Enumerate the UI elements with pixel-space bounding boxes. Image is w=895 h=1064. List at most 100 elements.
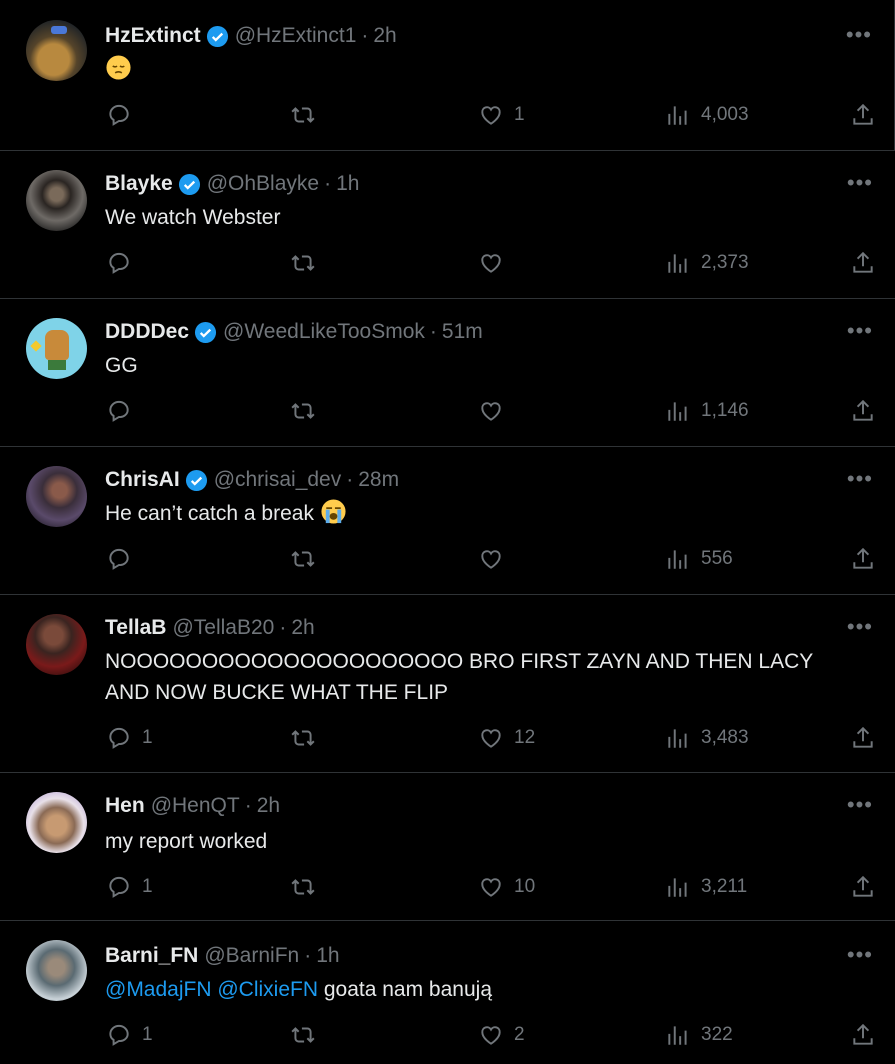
like-button[interactable]: 1	[478, 102, 525, 128]
display-name[interactable]: HzExtinct	[105, 24, 201, 48]
display-name[interactable]: Blayke	[105, 172, 173, 196]
avatar[interactable]	[26, 318, 87, 379]
reply-button[interactable]	[106, 546, 142, 572]
timestamp[interactable]: 2h	[257, 794, 280, 818]
reply-icon	[109, 1024, 129, 1046]
handle[interactable]: @chrisai_dev	[214, 468, 342, 492]
share-button[interactable]	[850, 725, 876, 751]
more-icon[interactable]: •••	[847, 468, 873, 490]
avatar[interactable]	[26, 170, 87, 231]
handle[interactable]: @OhBlayke	[207, 172, 319, 196]
reply-button[interactable]	[106, 102, 142, 128]
mention-link[interactable]: @MadajFN	[105, 978, 212, 1001]
views-icon	[668, 878, 687, 897]
views-button[interactable]: 2,373	[665, 250, 749, 276]
share-button[interactable]	[850, 250, 876, 276]
share-button[interactable]	[850, 546, 876, 572]
display-name[interactable]: Hen	[105, 794, 145, 818]
tweet-actions: 1,146	[0, 398, 895, 428]
tweet-text: NOOOOOOOOOOOOOOOOOOOOO BRO FIRST ZAYN AN…	[105, 650, 813, 704]
verified-badge-icon	[178, 173, 200, 195]
tweet[interactable]: Hen @HenQT · 2h ••• my report worked 1 1…	[0, 773, 895, 921]
timestamp[interactable]: 2h	[291, 616, 314, 640]
views-button[interactable]: 556	[665, 546, 733, 572]
avatar[interactable]	[26, 940, 87, 1001]
reply-count: 1	[142, 1024, 153, 1045]
share-button[interactable]	[850, 874, 876, 900]
retweet-button[interactable]	[290, 398, 316, 424]
tweet[interactable]: Barni_FN @BarniFn · 1h ••• @MadajFN @Cli…	[0, 921, 895, 1064]
like-count: 12	[514, 727, 536, 748]
reply-button[interactable]: 1	[106, 1022, 153, 1048]
retweet-icon	[291, 879, 315, 895]
timestamp[interactable]: 28m	[358, 468, 399, 492]
separator-dot: ·	[361, 24, 369, 47]
heart-icon	[481, 1026, 501, 1045]
more-icon[interactable]: •••	[847, 320, 873, 342]
share-button[interactable]	[850, 398, 876, 424]
display-name[interactable]: Barni_FN	[105, 944, 198, 968]
retweet-button[interactable]	[290, 102, 316, 128]
like-button[interactable]: 12	[478, 725, 535, 751]
display-name[interactable]: TellaB	[105, 616, 166, 640]
retweet-button[interactable]	[290, 725, 316, 751]
share-icon	[853, 875, 873, 897]
more-icon[interactable]: •••	[847, 616, 873, 638]
share-button[interactable]	[850, 102, 876, 128]
handle[interactable]: @WeedLikeTooSmok	[223, 320, 425, 344]
display-name[interactable]: ChrisAI	[105, 468, 180, 492]
retweet-icon	[291, 403, 315, 419]
views-button[interactable]: 3,483	[665, 725, 749, 751]
views-button[interactable]: 3,211	[665, 874, 747, 900]
tweet[interactable]: TellaB @TellaB20 · 2h ••• NOOOOOOOOOOOOO…	[0, 595, 895, 773]
tweet[interactable]: ChrisAI @chrisai_dev · 28m ••• He can’t …	[0, 447, 895, 595]
like-button[interactable]: 2	[478, 1022, 525, 1048]
tweet-header: Hen @HenQT · 2h	[105, 792, 280, 820]
like-button[interactable]	[478, 250, 514, 276]
heart-icon	[481, 254, 501, 273]
views-button[interactable]: 1,146	[665, 398, 749, 424]
timestamp[interactable]: 2h	[373, 24, 396, 48]
reply-icon	[109, 400, 129, 422]
retweet-button[interactable]	[290, 546, 316, 572]
like-button[interactable]	[478, 546, 514, 572]
tweet[interactable]: DDDDec @WeedLikeTooSmok · 51m ••• GG 1,1…	[0, 299, 895, 447]
more-icon[interactable]: •••	[846, 24, 872, 46]
avatar[interactable]	[26, 466, 87, 527]
handle[interactable]: @TellaB20	[172, 616, 274, 640]
pensive-face-emoji	[106, 55, 131, 80]
like-button[interactable]	[478, 398, 514, 424]
mention-link[interactable]: @ClixieFN	[217, 978, 318, 1001]
avatar[interactable]	[26, 20, 87, 81]
timestamp[interactable]: 1h	[316, 944, 339, 968]
retweet-button[interactable]	[290, 1022, 316, 1048]
avatar[interactable]	[26, 614, 87, 675]
handle[interactable]: @HenQT	[151, 794, 240, 818]
reply-button[interactable]	[106, 250, 142, 276]
views-button[interactable]: 4,003	[665, 102, 749, 128]
timestamp[interactable]: 1h	[336, 172, 359, 196]
more-icon[interactable]: •••	[847, 172, 873, 194]
avatar[interactable]	[26, 792, 87, 853]
retweet-button[interactable]	[290, 874, 316, 900]
heart-icon	[481, 550, 501, 569]
tweet[interactable]: HzExtinct @HzExtinct1 · 2h ••• 1 4,003	[0, 0, 895, 151]
reply-button[interactable]: 1	[106, 725, 153, 751]
verified-badge-icon	[194, 321, 217, 343]
reply-button[interactable]	[106, 398, 142, 424]
verified-badge-icon	[185, 469, 207, 491]
handle[interactable]: @BarniFn	[204, 944, 299, 968]
views-icon	[668, 254, 687, 273]
like-button[interactable]: 10	[478, 874, 535, 900]
reply-button[interactable]: 1	[106, 874, 153, 900]
more-icon[interactable]: •••	[847, 794, 873, 816]
retweet-button[interactable]	[290, 250, 316, 276]
tweet[interactable]: Blayke @OhBlayke · 1h ••• We watch Webst…	[0, 151, 895, 299]
share-icon	[853, 251, 873, 273]
timestamp[interactable]: 51m	[442, 320, 483, 344]
handle[interactable]: @HzExtinct1	[235, 24, 357, 48]
more-icon[interactable]: •••	[847, 944, 873, 966]
views-button[interactable]: 322	[665, 1022, 733, 1048]
share-button[interactable]	[850, 1022, 876, 1048]
display-name[interactable]: DDDDec	[105, 320, 189, 344]
